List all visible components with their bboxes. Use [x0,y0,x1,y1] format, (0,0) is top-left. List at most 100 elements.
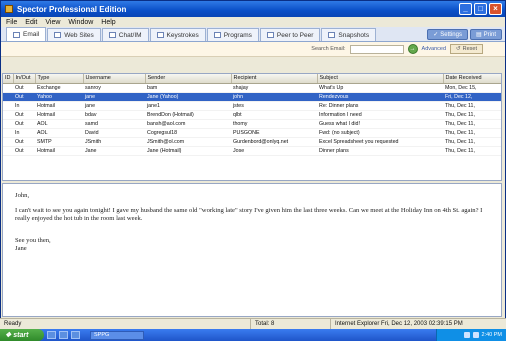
col-recipient[interactable]: Recipient [231,74,318,84]
col-date-received[interactable]: Date Received [443,74,501,84]
search-go-icon[interactable]: → [407,44,418,54]
cell-type: Exchange [35,83,83,93]
tab-programs[interactable]: Programs [206,28,259,41]
search-input[interactable] [349,44,404,54]
taskbar: ❖ start SPPG 2:40 PM [0,329,506,341]
cell-in-out: Out [13,119,35,129]
cell-recipient: jstes [231,101,317,111]
table-row[interactable]: Out Hotmail Jane Jane (Hotmail) Jose Dinner p… [3,146,501,156]
cell-id [3,146,13,156]
tab-label: Programs [223,31,252,39]
cell-username: bdav [83,110,145,120]
table-header: ID In/Out Type Username Sender Recipient… [3,74,501,84]
cell-date: Thu, Dec 11, [443,110,501,120]
settings-icon: ✓ [433,32,439,38]
menu-edit[interactable]: Edit [25,19,37,26]
search-bar: Search Email: → Advanced ↺ Reset [1,42,505,57]
tab-keystrokes[interactable]: Keystrokes [149,28,206,41]
col-type[interactable]: Type [35,74,84,84]
cell-in-out: Out [13,92,35,102]
settings-button[interactable]: ✓ Settings [427,29,468,40]
cell-id [3,137,13,147]
cell-in-out: Out [13,146,35,156]
peer-icon [266,32,274,38]
quicklaunch-desktop-icon[interactable] [59,331,68,339]
cell-subject: Guess what I did! [317,119,443,129]
col-username[interactable]: Username [83,74,146,84]
advanced-search-link[interactable]: Advanced [422,46,446,52]
cell-subject: Information I need [317,110,443,120]
table-row[interactable]: In AOL David Cogregsul18 PUSGONE Fwd: (no sub… [3,128,501,138]
cell-type: AOL [35,128,83,138]
table-row[interactable]: Out Yahoo jane Jane (Yahoo) john Rendezvous Fr… [3,92,501,102]
preview-greeting: John, [15,192,30,199]
menu-bar: File Edit View Window Help [1,17,505,27]
cell-subject: Rendezvous [317,92,443,102]
start-button[interactable]: ❖ start [0,329,44,341]
cell-username: jane [83,101,145,111]
col-subject[interactable]: Subject [317,74,444,84]
tray-clock: 2:40 PM [481,332,502,338]
quicklaunch-ie-icon[interactable] [47,331,56,339]
cell-recipient: PUSGONE [231,128,317,138]
taskbar-item-sppg[interactable]: SPPG [90,330,144,340]
close-button[interactable]: × [489,3,502,15]
minimize-button[interactable]: _ [459,3,472,15]
cell-type: Hotmail [35,101,83,111]
cell-date: Thu, Dec 11, [443,119,501,129]
tab-label: Keystrokes [166,31,199,39]
tab-peer-to-peer[interactable]: Peer to Peer [259,28,321,41]
cell-in-out: Out [13,110,35,120]
cell-recipient: Jose [231,146,317,156]
tab-snapshots[interactable]: Snapshots [321,28,377,41]
cell-recipient: Gurdenbord@onlyq.net [231,137,317,147]
tab-label: Chat/IM [118,31,142,39]
title-bar[interactable]: Spector Professional Edition _ □ × [1,1,505,17]
cell-recipient: thomy [231,119,317,129]
cell-username: David [83,128,145,138]
cell-id [3,92,13,102]
tab-web-sites[interactable]: Web Sites [47,28,101,41]
toolbar-right: ✓ Settings ▤ Print [427,29,505,41]
menu-window[interactable]: Window [68,19,93,26]
print-button[interactable]: ▤ Print [469,29,502,40]
cell-id [3,128,13,138]
cell-date: Thu, Dec 11, [443,146,501,156]
col-in-out[interactable]: In/Out [13,74,36,84]
tray-volume-icon[interactable] [472,332,479,338]
windows-logo-icon: ❖ [5,332,12,339]
col-sender[interactable]: Sender [145,74,232,84]
cell-recipient: qlbt [231,110,317,120]
tab-chat[interactable]: Chat/IM [101,28,149,41]
tray-network-icon[interactable] [463,332,470,338]
tab-email[interactable]: Email [6,27,47,41]
taskbar-item-label: SPPG [94,332,110,338]
window-title: Spector Professional Edition [17,4,127,14]
tab-label: Snapshots [338,31,370,39]
table-row[interactable]: Out Hotmail bdav BrendDon (Hotmail) qlbt Info… [3,110,501,120]
table-row[interactable]: Out SMTP JSmith JSmith@ol.com Gurdenbord@onl… [3,137,501,147]
table-row[interactable]: Out AOL samd bansh@aol.com thomy Guess what I… [3,119,501,129]
cell-in-out: In [13,101,35,111]
chat-icon [108,32,116,38]
tab-bar: Email Web Sites Chat/IM Keystrokes Progr… [1,27,505,42]
cell-username: JSmith [83,137,145,147]
menu-file[interactable]: File [6,19,17,26]
cell-type: Hotmail [35,110,83,120]
table-row[interactable]: Out Exchange sanroy bam shajay What's Up Mon, … [3,83,501,93]
menu-help[interactable]: Help [101,19,115,26]
cell-sender: Jane (Yahoo) [145,92,231,102]
maximize-button[interactable]: □ [474,3,487,15]
reset-label: Reset [462,46,477,52]
quicklaunch-media-icon[interactable] [71,331,80,339]
menu-view[interactable]: View [45,19,60,26]
settings-label: Settings [440,31,462,38]
cell-subject: Re: Dinner plans [317,101,443,111]
table-row[interactable]: In Hotmail jane jane1 jstes Re: Dinner plans T… [3,101,501,111]
tab-label: Web Sites [64,31,94,39]
tab-label: Email [23,31,40,38]
col-id[interactable]: ID [3,74,14,84]
cell-date: Thu, Dec 11, [443,128,501,138]
reset-button[interactable]: ↺ Reset [450,44,483,54]
cell-subject: Excel Spreadsheet you requested [317,137,443,147]
